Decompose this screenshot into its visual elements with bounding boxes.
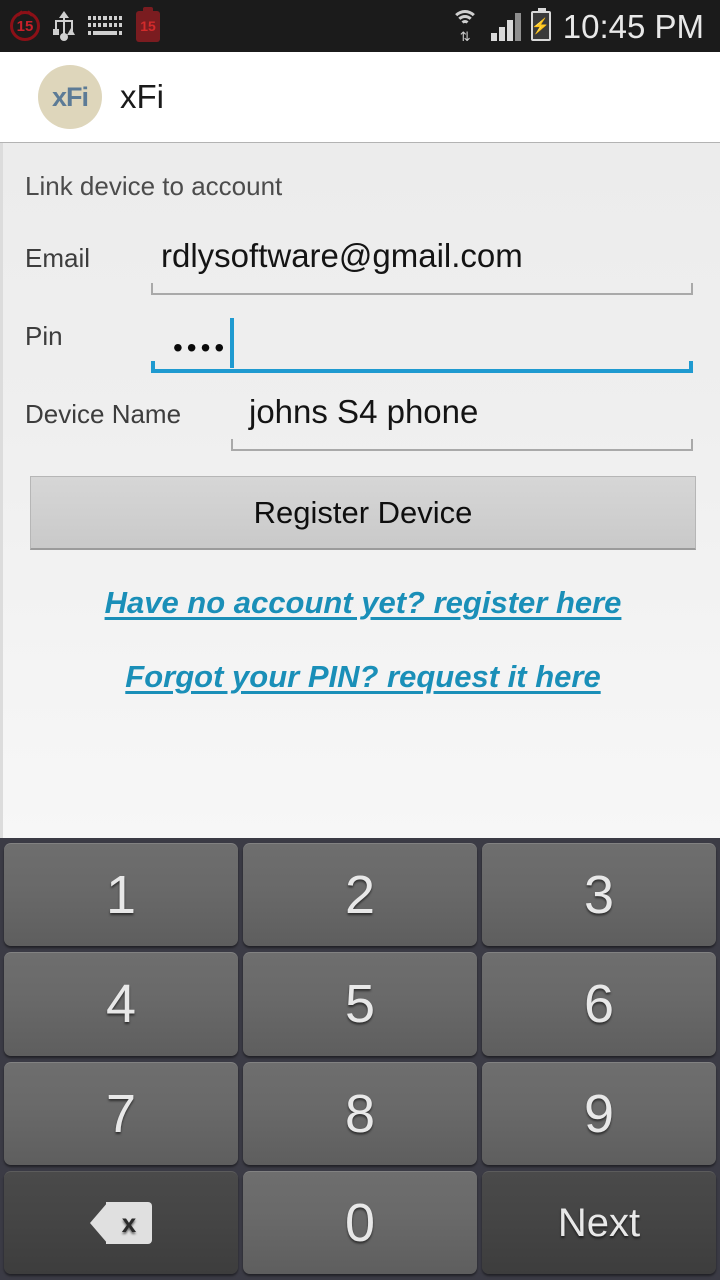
wifi-transfer-arrows: ⇅	[459, 29, 471, 44]
field-row-device-name: Device Name johns S4 phone	[3, 381, 720, 451]
pin-value: ••••	[173, 332, 229, 363]
key-3[interactable]: 3	[482, 843, 716, 947]
email-field[interactable]: rdlysoftware@gmail.com	[151, 225, 693, 295]
wifi-icon: ⇅	[449, 10, 481, 44]
backspace-icon: x	[90, 1201, 152, 1244]
status-bar-clock: 10:45 PM	[562, 7, 704, 45]
battery-charging-icon: ⚡	[530, 8, 551, 41]
device-name-underline	[231, 439, 693, 451]
alarm-badge-label: 15	[16, 17, 34, 35]
forgot-pin-link[interactable]: Forgot your PIN? request it here	[3, 659, 720, 695]
email-value: rdlysoftware@gmail.com	[161, 237, 523, 274]
app-title: xFi	[120, 78, 164, 115]
device-name-label: Device Name	[25, 399, 182, 429]
battery-badge-label: 15	[140, 18, 156, 34]
key-9[interactable]: 9	[482, 1061, 716, 1165]
device-name-field[interactable]: johns S4 phone	[231, 381, 693, 451]
app-bar: xFi xFi	[0, 52, 720, 143]
key-1[interactable]: 1	[4, 843, 238, 947]
register-account-link[interactable]: Have no account yet? register here	[3, 585, 720, 621]
app-logo-icon: xFi	[38, 65, 102, 129]
status-bar-right-icons: ⇅ ⚡ 10:45 PM	[449, 7, 704, 45]
register-device-button[interactable]: Register Device	[30, 476, 696, 550]
pin-label: Pin	[25, 321, 63, 351]
status-bar-left-icons: 15 15	[10, 6, 160, 42]
key-5[interactable]: 5	[243, 952, 477, 1056]
pin-field[interactable]: ••••	[151, 303, 693, 373]
field-row-email: Email rdlysoftware@gmail.com	[3, 225, 720, 295]
battery-low-15-icon: 15	[136, 6, 160, 42]
key-4[interactable]: 4	[4, 952, 238, 1056]
charging-bolt-glyph: ⚡	[531, 17, 551, 35]
device-name-value: johns S4 phone	[249, 393, 479, 430]
section-title: Link device to account	[25, 171, 283, 201]
email-underline	[151, 283, 693, 295]
key-0[interactable]: 0	[243, 1170, 477, 1274]
form-panel: Link device to account Email rdlysoftwar…	[0, 143, 720, 838]
key-next[interactable]: Next	[482, 1170, 716, 1274]
numeric-keypad: 1 2 3 4 5 6 7 8 9 x 0 Next	[0, 838, 720, 1280]
phone-screen: 15 15 ⇅ ⚡ 10:45 PM xFi xFi Link device t…	[0, 0, 720, 1280]
key-2[interactable]: 2	[243, 843, 477, 947]
key-7[interactable]: 7	[4, 1061, 238, 1165]
key-8[interactable]: 8	[243, 1061, 477, 1165]
cell-signal-icon	[490, 11, 521, 41]
status-bar: 15 15 ⇅ ⚡ 10:45 PM	[0, 0, 720, 52]
alarm-15-icon: 15	[10, 11, 40, 41]
keyboard-icon	[88, 16, 122, 36]
backspace-glyph: x	[121, 1207, 137, 1238]
field-row-pin: Pin ••••	[3, 303, 720, 373]
key-6[interactable]: 6	[482, 952, 716, 1056]
email-label: Email	[25, 243, 91, 273]
pin-underline-focused	[151, 361, 693, 373]
key-backspace[interactable]: x	[4, 1170, 238, 1274]
usb-icon	[53, 11, 75, 41]
